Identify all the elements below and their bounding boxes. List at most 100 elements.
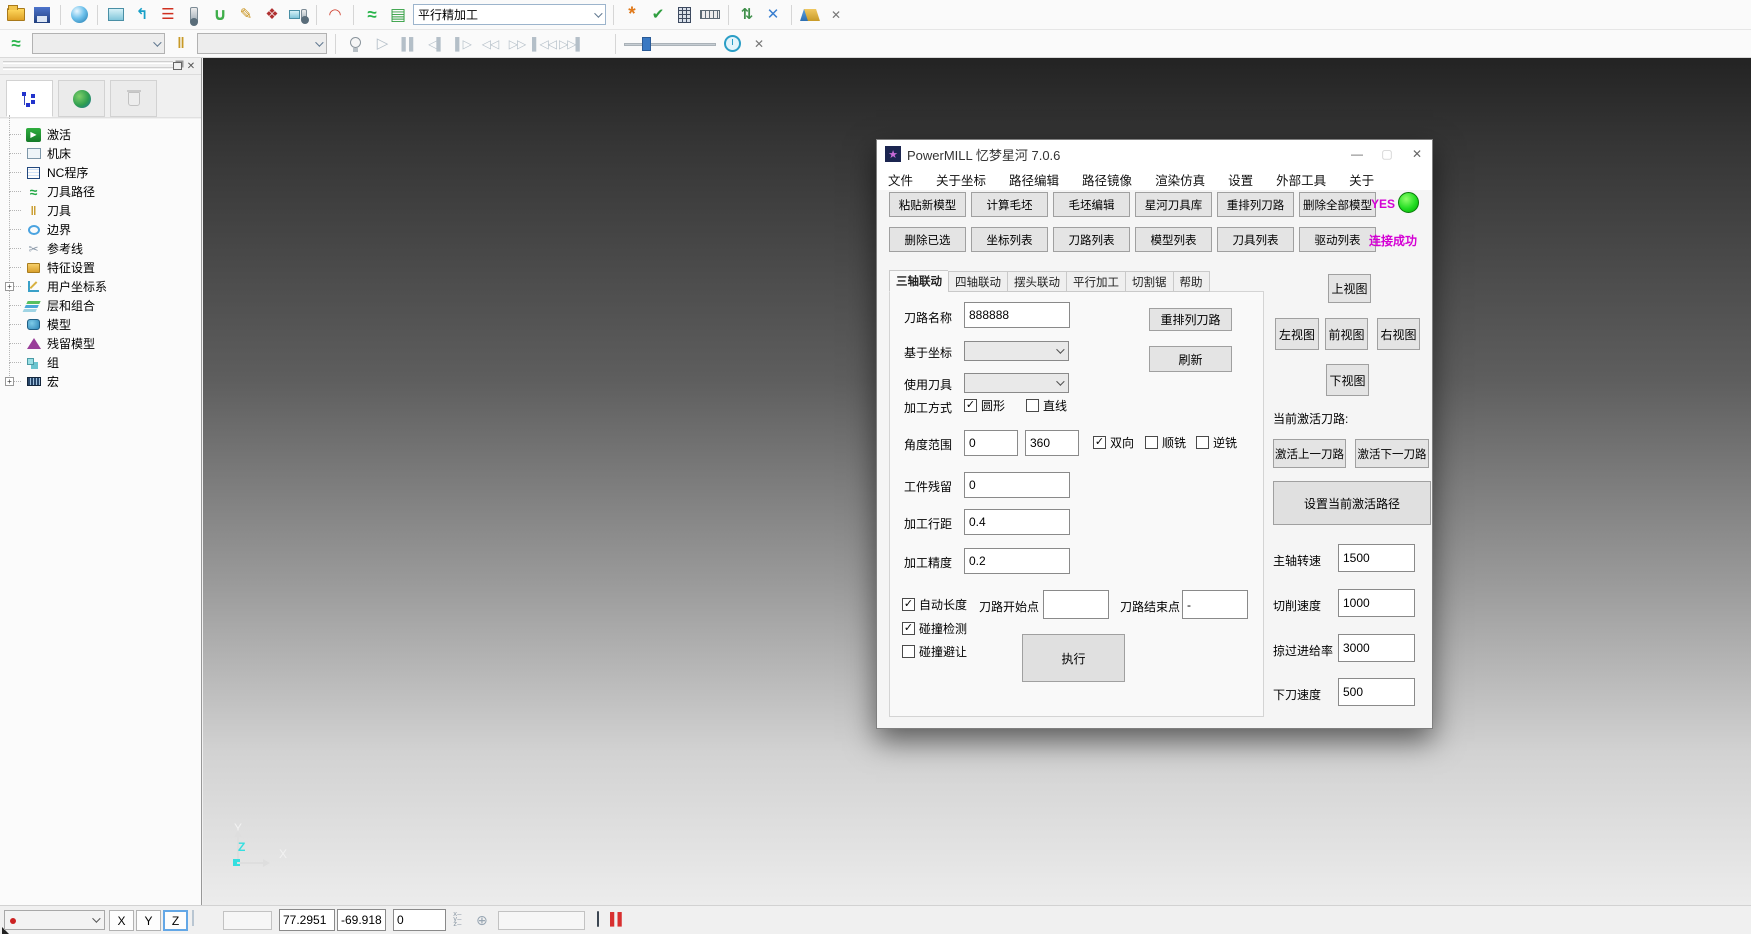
menu-file[interactable]: 文件 [888, 170, 913, 189]
strategy-combo[interactable]: 平行精加工 [413, 4, 606, 25]
bidirectional-checkbox[interactable]: 双向 [1093, 434, 1134, 451]
view-bottom-button[interactable]: 下视图 [1326, 364, 1369, 396]
base-coord-combo[interactable] [964, 341, 1069, 361]
coord-x-input[interactable] [279, 909, 335, 931]
tree-item-nc-program[interactable]: NC程序 [0, 163, 201, 182]
toolpath-name-input[interactable] [964, 302, 1070, 328]
tab-3axis[interactable]: 三轴联动 [889, 270, 948, 292]
tree-item-feature-set[interactable]: 特征设置 [0, 258, 201, 277]
points-icon[interactable]: ❖ [261, 4, 283, 26]
pause-icon[interactable]: ▌▌ [398, 33, 420, 55]
view-right-button[interactable]: 右视图 [1377, 318, 1420, 350]
collision-check-icon[interactable] [287, 4, 309, 26]
tree-item-macro[interactable]: 宏 [0, 372, 201, 391]
menu-settings[interactable]: 设置 [1228, 170, 1253, 189]
activate-prev-toolpath-button[interactable]: 激活上一刀路 [1273, 439, 1346, 468]
stepover-input[interactable] [964, 509, 1070, 535]
coord-z-input[interactable] [393, 909, 446, 931]
axis-x-button[interactable]: X [109, 910, 134, 931]
view-front-button[interactable]: 前视图 [1325, 318, 1368, 350]
light-icon[interactable] [344, 33, 366, 55]
menu-path-edit[interactable]: 路径编辑 [1009, 170, 1059, 189]
tree-item-workplane[interactable]: 用户坐标系 [0, 277, 201, 296]
active-toolpath-icon[interactable]: ≈ [361, 4, 383, 26]
tree-item-boundary[interactable]: 边界 [0, 220, 201, 239]
step-back-icon[interactable]: ◁▌ [425, 33, 447, 55]
step-forward-icon[interactable]: ▌▷ [452, 33, 474, 55]
tab-tilt-head[interactable]: 摆头联动 [1007, 271, 1066, 292]
xyz-list-icon[interactable]: x—y—z— [453, 912, 467, 928]
close-button[interactable]: ✕ [1402, 143, 1432, 165]
toolpath-list-button[interactable]: 刀路列表 [1053, 227, 1130, 252]
execute-button[interactable]: 执行 [1022, 634, 1125, 682]
menu-about[interactable]: 关于 [1349, 170, 1374, 189]
use-tool-combo[interactable] [964, 373, 1069, 393]
toolbar2-close-icon[interactable]: ✕ [748, 33, 770, 55]
calc-block-button[interactable]: 计算毛坯 [971, 192, 1048, 217]
leads-icon[interactable]: ↰ [131, 4, 153, 26]
end-point-input[interactable] [1182, 590, 1248, 619]
axis-y-button[interactable]: Y [136, 910, 161, 931]
expand-icon[interactable] [5, 282, 14, 291]
compare-models-icon[interactable] [799, 4, 821, 26]
start-point-input[interactable] [1043, 590, 1109, 619]
swap-tools-icon[interactable]: ⇅ [736, 4, 758, 26]
feed-rate-icon[interactable]: ☰ [157, 4, 179, 26]
open-file-icon[interactable] [5, 4, 27, 26]
panel-close-icon[interactable]: ✕ [185, 60, 197, 72]
rearrange-toolpaths-button[interactable]: 重排列刀路 [1217, 192, 1294, 217]
cutting-feed-input[interactable] [1338, 589, 1415, 617]
favorite-tool-icon[interactable]: ◠ [324, 4, 346, 26]
tree-item-model[interactable]: 模型 [0, 315, 201, 334]
tool-list-button[interactable]: 刀具列表 [1217, 227, 1294, 252]
tolerance-input[interactable] [964, 548, 1070, 574]
statusbar-field-1[interactable] [223, 911, 272, 930]
paste-new-model-button[interactable]: 粘贴新模型 [889, 192, 966, 217]
tree-item-tool[interactable]: ‖刀具 [0, 201, 201, 220]
tree-item-pattern[interactable]: ✂参考线 [0, 239, 201, 258]
set-active-path-button[interactable]: 设置当前激活路径 [1273, 481, 1431, 525]
maximize-button[interactable]: ▢ [1372, 143, 1402, 165]
tool-ball-icon[interactable] [183, 4, 205, 26]
stock-input[interactable] [964, 472, 1070, 498]
toolpath-ribbon-icon[interactable]: ≈ [5, 33, 27, 55]
slider-handle[interactable] [642, 37, 651, 51]
holder-icon[interactable]: ∪ [209, 4, 231, 26]
collision-avoid-checkbox[interactable]: 碰撞避让 [902, 643, 967, 660]
tree-item-levels[interactable]: 层和组合 [0, 296, 201, 315]
refresh-button[interactable]: 刷新 [1149, 346, 1232, 372]
activate-next-toolpath-button[interactable]: 激活下一刀路 [1355, 439, 1429, 468]
calculator-icon[interactable] [673, 4, 695, 26]
skim-feed-input[interactable] [1338, 634, 1415, 662]
menu-external-tools[interactable]: 外部工具 [1276, 170, 1326, 189]
panel-restore-icon[interactable] [171, 60, 183, 72]
go-end-icon[interactable]: ▷▷▌ [560, 33, 582, 55]
plunge-feed-input[interactable] [1338, 678, 1415, 706]
edit-toolpath-icon[interactable]: ✎ [235, 4, 257, 26]
coord-y-input[interactable] [337, 909, 386, 931]
tree-item-group[interactable]: 组 [0, 353, 201, 372]
spindle-speed-input[interactable] [1338, 544, 1415, 572]
rearrange-button[interactable]: 重排列刀路 [1149, 308, 1232, 331]
tree-item-toolpath[interactable]: ≈刀具路径 [0, 182, 201, 201]
collision-check-checkbox[interactable]: 碰撞检测 [902, 620, 967, 637]
tab-recycle-bin[interactable] [110, 80, 157, 117]
rewind-icon[interactable]: ◁◁ [479, 33, 501, 55]
tree-item-stock-model[interactable]: 残留模型 [0, 334, 201, 353]
tree-item-activate[interactable]: ▶激活 [0, 125, 201, 144]
strategy-list-icon[interactable]: ▤ [387, 4, 409, 26]
tab-4axis[interactable]: 四轴联动 [948, 271, 1007, 292]
save-icon[interactable] [31, 4, 53, 26]
menu-render-sim[interactable]: 渲染仿真 [1155, 170, 1205, 189]
sim-tool-combo[interactable] [197, 33, 327, 54]
expand-icon[interactable] [5, 377, 14, 386]
angle-from-input[interactable] [964, 430, 1018, 456]
speed-slider[interactable] [624, 36, 716, 52]
method-circle-checkbox[interactable]: 圆形 [964, 397, 1005, 414]
climb-mill-checkbox[interactable]: 顺铣 [1145, 434, 1186, 451]
sim-toolpath-combo[interactable] [32, 33, 165, 54]
sim-tool-icon[interactable]: ‖ [170, 33, 192, 55]
minimize-button[interactable]: — [1342, 143, 1372, 165]
statusbar-field-2[interactable] [498, 911, 585, 930]
auto-length-checkbox[interactable]: 自动长度 [902, 596, 967, 613]
